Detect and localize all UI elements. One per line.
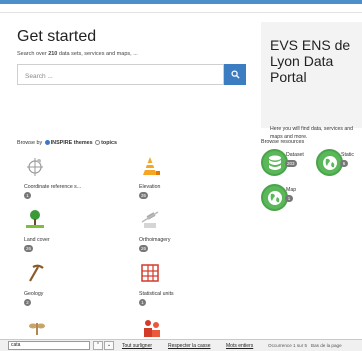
- search-input[interactable]: [18, 67, 220, 86]
- match-case-option[interactable]: Respecter la casse: [168, 343, 211, 349]
- resource-label: Static: [341, 152, 354, 158]
- find-occurrence-status: Occurrence 1 sur 5: [268, 343, 308, 348]
- summary-prefix: Search over: [17, 51, 49, 57]
- search-summary: Search over 210 data sets, services and …: [17, 51, 138, 57]
- theme-label: Geology: [24, 291, 44, 297]
- radio-inspire-themes[interactable]: [44, 140, 50, 145]
- land-cover-icon: [26, 210, 44, 228]
- find-next-button[interactable]: ⌄: [104, 341, 114, 350]
- highlight-all-option[interactable]: Tout surligner: [122, 343, 152, 349]
- globe-icon: [267, 190, 282, 205]
- geology-icon: [29, 264, 44, 282]
- browse-by-selector: Browse by INSPIRE themes topics: [17, 140, 117, 146]
- page-title: Get started: [17, 28, 97, 45]
- theme-label: Orthoimagery: [139, 237, 171, 243]
- coordinate-reference-icon: [27, 158, 43, 176]
- resource-count-badge: 203: [285, 160, 297, 167]
- top-accent-bar: [0, 0, 362, 4]
- theme-count-badge: 26: [24, 245, 34, 252]
- find-bottom-status: Bas de la page: [311, 343, 342, 348]
- search-button[interactable]: [224, 64, 246, 85]
- theme-label: Land cover: [24, 237, 50, 243]
- database-icon: [268, 155, 281, 170]
- resource-label: Map: [286, 187, 297, 193]
- population-icon: [144, 320, 160, 337]
- plant-icon: [29, 323, 45, 335]
- find-bar: cata ⌃ ⌄ Tout surligner Respecter la cas…: [0, 339, 362, 351]
- theme-count-badge: 26: [139, 245, 149, 252]
- resource-circle: [261, 149, 288, 176]
- elevation-icon: [143, 157, 160, 175]
- whole-words-option[interactable]: Mots entiers: [226, 343, 253, 349]
- browse-by-label: Browse by: [17, 140, 43, 146]
- theme-label: Elevation: [139, 184, 161, 190]
- theme-label: Coordinate reference s...: [24, 184, 82, 190]
- find-previous-button[interactable]: ⌃: [93, 341, 103, 350]
- summary-suffix: data sets, services and maps, ...: [57, 51, 138, 57]
- theme-count-badge: 1: [24, 192, 31, 199]
- resource-circle: [316, 149, 343, 176]
- theme-label: Statistical units: [139, 291, 174, 297]
- portal-title: EVS ENS de Lyon Data Portal: [270, 37, 351, 85]
- browse-resources-title: Browse resources: [261, 139, 305, 145]
- orthoimagery-icon: [141, 211, 159, 228]
- portal-info-panel: EVS ENS de Lyon Data Portal Here you wil…: [261, 22, 362, 140]
- summary-count: 210: [48, 51, 58, 57]
- search-box: [17, 64, 224, 86]
- option-inspire-themes[interactable]: INSPIRE themes: [51, 140, 93, 146]
- resource-label: Dataset: [286, 152, 304, 158]
- resource-count-badge: 1: [285, 195, 293, 202]
- find-input[interactable]: cata: [8, 341, 90, 350]
- radio-topics[interactable]: [95, 140, 101, 145]
- theme-count-badge: 2: [24, 299, 31, 306]
- resource-circle: [261, 184, 288, 211]
- globe-icon: [322, 155, 337, 170]
- search-icon: [230, 70, 240, 79]
- option-topics[interactable]: topics: [101, 140, 117, 146]
- header-divider: [0, 12, 362, 13]
- statistical-units-icon: [141, 264, 159, 282]
- theme-count-badge: 35: [139, 192, 149, 199]
- resource-count-badge: 6: [340, 160, 348, 167]
- theme-count-badge: 1: [139, 299, 146, 306]
